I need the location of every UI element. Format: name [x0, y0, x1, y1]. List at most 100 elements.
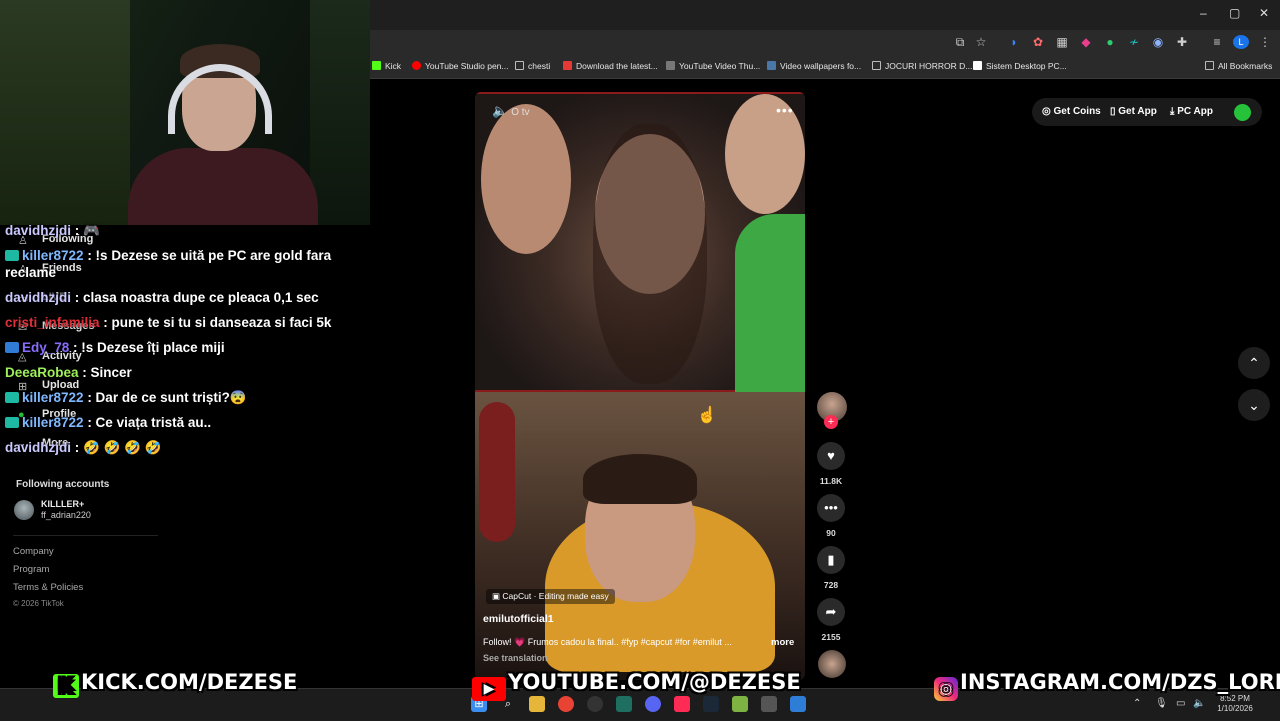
file-explorer-icon[interactable] [529, 696, 545, 712]
bookmark-video-wallpapers[interactable]: Video wallpapers fo... [767, 61, 861, 71]
previous-video-button[interactable]: ⌃ [1238, 347, 1270, 379]
extension-icon[interactable]: ◗ [1006, 35, 1022, 49]
extension-icon[interactable]: ● [1102, 35, 1118, 49]
chat-message: Edy_78 : !s Dezese îți place miji [0, 335, 370, 360]
minimize-button[interactable]: – [1200, 6, 1207, 20]
bookmark-sistem-desktop[interactable]: Sistem Desktop PC... [973, 61, 1067, 71]
heart-icon: ♥ [827, 448, 835, 463]
chat-message: davidhzjdi : 🎮 [0, 218, 370, 243]
settings-icon[interactable] [761, 696, 777, 712]
app-icon[interactable] [790, 696, 806, 712]
get-coins-button[interactable]: ◎ Get Coins [1042, 106, 1101, 117]
chat-username: cristi_infamilia [5, 315, 100, 330]
divider [13, 535, 158, 536]
youtube-studio-icon [412, 61, 421, 70]
chevron-up-icon: ⌃ [1248, 355, 1260, 371]
microphone-icon[interactable]: 🎙 [1155, 698, 1168, 709]
capcut-tag[interactable]: ▣ CapCut · Editing made easy [486, 589, 615, 604]
tray-chevron-icon[interactable]: ⌃ [1133, 698, 1141, 709]
share-button[interactable]: ➦ [817, 598, 845, 626]
tiktok-icon[interactable] [674, 696, 690, 712]
bookmark-chesti[interactable]: chesti [515, 61, 550, 71]
terminal-icon[interactable] [616, 696, 632, 712]
chat-username: killer8722 [22, 390, 84, 405]
save-count: 728 [823, 580, 839, 590]
footer-company[interactable]: Company [13, 546, 54, 557]
obs-icon[interactable] [587, 696, 603, 712]
extensions-puzzle-icon[interactable]: ✚ [1174, 35, 1190, 49]
folder-icon [515, 61, 524, 70]
extension-icon[interactable]: ▦ [1054, 35, 1070, 49]
browser-toolbar [370, 30, 1280, 56]
chat-message: killer8722 : !s Dezese se uită pe PC are… [0, 243, 350, 285]
extension-icon[interactable]: ◆ [1078, 35, 1094, 49]
bookmark-download[interactable]: Download the latest... [563, 61, 658, 71]
kick-icon [372, 61, 381, 70]
discord-icon[interactable] [645, 696, 661, 712]
chat-text: : Dar de ce sunt triști?😨 [83, 390, 247, 405]
bookmark-thumbnail[interactable]: YouTube Video Thu... [666, 61, 760, 71]
speaker-icon[interactable]: 🔈 [1193, 698, 1205, 709]
app-icon[interactable] [732, 696, 748, 712]
profile-avatar-icon[interactable]: L [1233, 35, 1249, 49]
comment-count: 90 [826, 528, 836, 538]
footer-program[interactable]: Program [13, 564, 49, 575]
chrome-icon[interactable] [558, 696, 574, 712]
subscriber-badge-icon [5, 417, 19, 428]
subscriber-badge-icon [5, 392, 19, 403]
clock-date: 1/10/2026 [1217, 704, 1253, 713]
footer-copyright: © 2026 TikTok [13, 599, 64, 608]
pc-app-button[interactable]: ⤓ PC App [1170, 106, 1213, 117]
install-app-icon[interactable]: ⧉ [952, 35, 968, 49]
bookmark-jocuri-horror[interactable]: JOCURI HORROR D... [872, 61, 972, 71]
chat-username: davidhzjdi [5, 290, 72, 305]
save-button[interactable]: ▮ [817, 546, 845, 574]
chat-text: : clasa noastra dupe ce pleaca 0,1 sec [71, 290, 319, 305]
instagram-icon: ◎ [934, 677, 958, 701]
chat-text: : 🎮 [71, 223, 100, 238]
person-left [481, 104, 571, 254]
comment-button[interactable]: ••• [817, 494, 845, 522]
folder-icon [1205, 61, 1214, 70]
chevron-down-icon: ⌄ [1248, 397, 1260, 413]
page-icon [973, 61, 982, 70]
see-translation-link[interactable]: See translation [483, 653, 548, 663]
bookmark-youtube-studio[interactable]: YouTube Studio pen... [412, 61, 509, 71]
footer-terms[interactable]: Terms & Policies [13, 582, 83, 593]
caption-more-link[interactable]: more [771, 637, 794, 648]
monitor-icon[interactable]: ▭ [1176, 698, 1185, 709]
media-control-icon[interactable]: ≡ [1209, 35, 1225, 49]
stream-chat: davidhzjdi : 🎮 killer8722 : !s Dezese se… [0, 218, 370, 460]
get-app-button[interactable]: ▯ Get App [1110, 106, 1157, 117]
video-top-frame [475, 92, 805, 394]
music-disc-icon[interactable] [818, 650, 846, 678]
star-icon[interactable]: ☆ [973, 35, 989, 49]
coin-icon: ◎ [1042, 106, 1054, 117]
following-account-name[interactable]: KILLLER+ [41, 499, 84, 509]
avatar[interactable] [14, 500, 34, 520]
follow-plus-icon[interactable]: + [824, 415, 838, 429]
browser-menu-icon[interactable]: ⋮ [1257, 35, 1273, 49]
following-account-username[interactable]: ff_adrian220 [41, 510, 91, 520]
like-button[interactable]: ♥ [817, 442, 845, 470]
folder-icon [872, 61, 881, 70]
steam-icon[interactable] [703, 696, 719, 712]
extension-icon[interactable]: ◉ [1150, 35, 1166, 49]
bookmark-kick[interactable]: Kick [372, 61, 401, 71]
comment-icon: ••• [824, 500, 838, 515]
extension-icon[interactable]: ≁ [1126, 35, 1142, 49]
person-center-hair [593, 124, 707, 384]
subscriber-badge-icon [5, 342, 19, 353]
next-video-button[interactable]: ⌄ [1238, 389, 1270, 421]
close-button[interactable]: ✕ [1259, 6, 1269, 20]
profile-avatar[interactable] [1234, 104, 1251, 121]
extension-icon[interactable]: ✿ [1030, 35, 1046, 49]
maximize-button[interactable]: ▢ [1229, 6, 1240, 20]
all-bookmarks[interactable]: All Bookmarks [1205, 61, 1272, 71]
volume-icon[interactable]: 🔈 O tv [492, 103, 530, 119]
video-author[interactable]: emilutofficial1 [483, 613, 554, 625]
more-options-icon[interactable]: ••• [776, 102, 794, 118]
webcam-curtain [310, 0, 370, 225]
chat-message: killer8722 : Ce viața tristă au.. [0, 410, 370, 435]
instagram-overlay: ◎ INSTAGRAM.COM/DZS_LORI [934, 670, 1280, 701]
